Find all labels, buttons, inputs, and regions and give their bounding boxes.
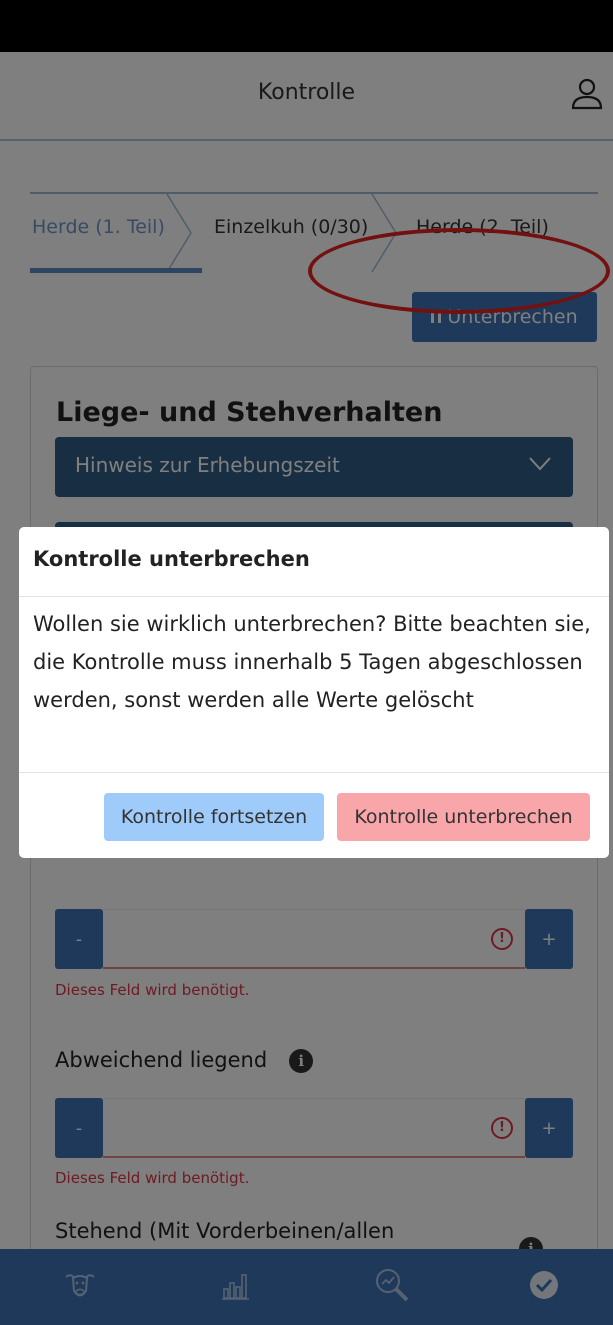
status-bar: [0, 0, 613, 52]
dialog-header: Kontrolle unterbrechen: [19, 527, 609, 597]
interrupt-dialog: Kontrolle unterbrechen Wollen sie wirkli…: [19, 527, 609, 858]
continue-button[interactable]: Kontrolle fortsetzen: [104, 793, 324, 841]
interrupt-button[interactable]: Kontrolle unterbrechen: [337, 793, 590, 841]
dialog-message: Wollen sie wirklich unterbrechen? Bitte …: [33, 612, 591, 712]
dialog-footer: Kontrolle fortsetzen Kontrolle unterbrec…: [19, 772, 609, 858]
dialog-title: Kontrolle unterbrechen: [33, 547, 310, 571]
